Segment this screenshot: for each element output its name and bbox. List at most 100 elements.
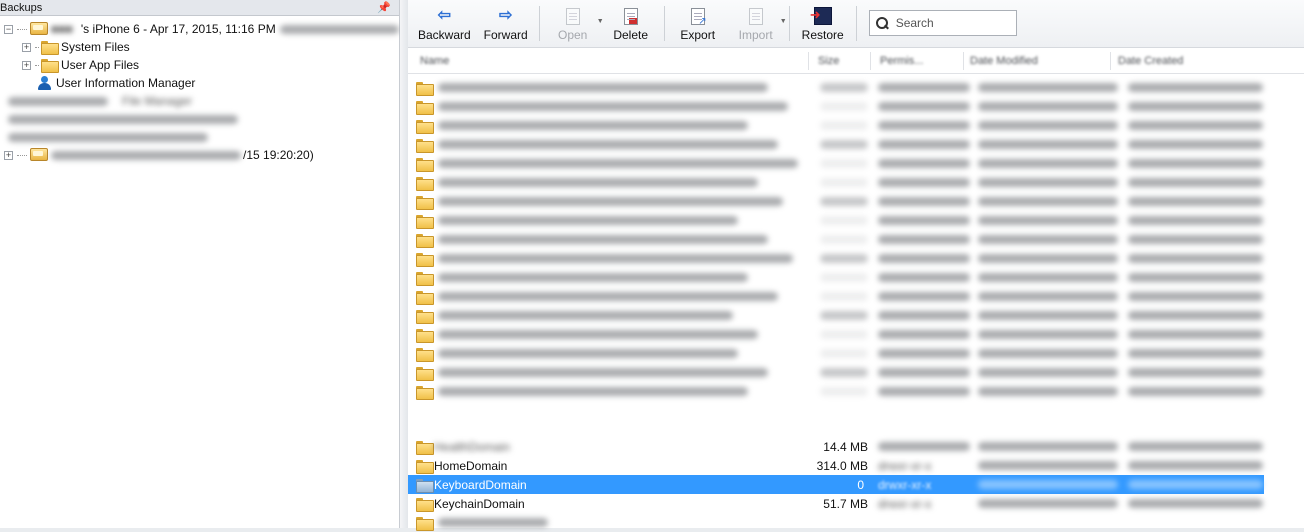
list-item[interactable] bbox=[408, 135, 1268, 154]
blurred-date-modified bbox=[978, 461, 1118, 470]
blurred-date-modified bbox=[978, 121, 1118, 130]
list-item[interactable] bbox=[408, 249, 1268, 268]
second-device-date: /15 19:20:20) bbox=[243, 148, 314, 162]
list-item[interactable] bbox=[408, 344, 1268, 363]
restore-button[interactable]: Restore bbox=[794, 4, 852, 47]
list-item[interactable]: KeychainDomain 51.7 MB drwxr-xr-x bbox=[408, 494, 1268, 513]
tree-item-user-app-files[interactable]: + User App Files bbox=[0, 56, 399, 74]
folder-icon bbox=[416, 272, 434, 286]
backups-panel-header: Backups 📌 bbox=[0, 0, 399, 16]
blurred-owner-name: ■■■ bbox=[51, 22, 73, 36]
expand-icon[interactable]: + bbox=[22, 60, 31, 70]
tree-item-blurred[interactable]: File Manager bbox=[0, 92, 399, 110]
column-divider[interactable] bbox=[1110, 52, 1111, 70]
expand-icon[interactable]: + bbox=[4, 150, 13, 160]
blurred-date-created bbox=[1128, 349, 1263, 358]
list-item[interactable] bbox=[408, 173, 1268, 192]
file-browser: ⇦ Backward ⇨ Forward Open ▼ Delete Expor… bbox=[408, 0, 1304, 531]
file-name: KeyboardDomain bbox=[434, 478, 527, 492]
open-button[interactable]: Open ▼ bbox=[544, 4, 604, 47]
blurred-date-modified bbox=[978, 499, 1118, 508]
import-button[interactable]: Import ▼ bbox=[727, 4, 787, 47]
list-item[interactable] bbox=[408, 192, 1268, 211]
list-item[interactable] bbox=[408, 306, 1268, 325]
list-item[interactable] bbox=[408, 211, 1268, 230]
list-item[interactable] bbox=[408, 116, 1268, 135]
blurred-date-created bbox=[1128, 216, 1263, 225]
list-item[interactable] bbox=[408, 382, 1268, 401]
backup-tree: − ■■■ 's iPhone 6 - Apr 17, 2015, 11:16 … bbox=[0, 16, 399, 164]
blurred-file-size bbox=[820, 197, 868, 206]
list-item[interactable] bbox=[408, 230, 1268, 249]
file-name: HealthDomain bbox=[434, 440, 511, 454]
folder-icon bbox=[416, 479, 434, 493]
list-item[interactable] bbox=[408, 325, 1268, 344]
toolbar-separator bbox=[663, 6, 665, 41]
list-header: Name Size Permis... Date Modified Date C… bbox=[408, 48, 1304, 74]
column-divider[interactable] bbox=[870, 52, 871, 70]
blurred-date-modified bbox=[978, 480, 1118, 489]
blurred-date-modified bbox=[978, 349, 1118, 358]
column-header-permissions[interactable]: Permis... bbox=[880, 55, 923, 67]
blurred-manager-label: File Manager bbox=[122, 94, 193, 108]
list-item[interactable] bbox=[408, 154, 1268, 173]
tree-item-blurred[interactable] bbox=[0, 128, 399, 146]
backward-button[interactable]: ⇦ Backward bbox=[412, 4, 477, 47]
tree-item-blurred[interactable] bbox=[0, 110, 399, 128]
list-item[interactable] bbox=[408, 97, 1268, 116]
blurred-date-modified bbox=[978, 83, 1118, 92]
column-header-name[interactable]: Name bbox=[420, 55, 449, 67]
list-item[interactable] bbox=[408, 513, 1268, 532]
search-input[interactable]: Search bbox=[868, 10, 1017, 36]
column-header-size[interactable]: Size bbox=[818, 55, 839, 67]
list-item[interactable] bbox=[408, 287, 1268, 306]
blurred-date-modified bbox=[978, 387, 1118, 396]
blurred-date-modified bbox=[978, 311, 1118, 320]
pane-splitter[interactable] bbox=[400, 0, 408, 528]
column-header-date-modified[interactable]: Date Modified bbox=[970, 55, 1038, 67]
blurred-file-size bbox=[820, 102, 868, 111]
list-item[interactable] bbox=[408, 268, 1268, 287]
blurred-file-size bbox=[820, 83, 868, 92]
list-item[interactable]: HealthDomain 14.4 MB bbox=[408, 437, 1268, 456]
collapse-icon[interactable]: − bbox=[4, 24, 13, 34]
blurred-file-size bbox=[820, 330, 868, 339]
blurred-date-modified bbox=[978, 292, 1118, 301]
restore-icon bbox=[810, 7, 832, 25]
blurred-permissions bbox=[878, 140, 970, 149]
blurred-permissions bbox=[878, 83, 970, 92]
export-label: Export bbox=[680, 28, 716, 42]
blurred-date-created bbox=[1128, 480, 1263, 489]
tree-item-device[interactable]: − ■■■ 's iPhone 6 - Apr 17, 2015, 11:16 … bbox=[0, 20, 399, 38]
blurred-date-created bbox=[1128, 254, 1263, 263]
chevron-down-icon[interactable]: ▼ bbox=[780, 18, 787, 25]
pin-icon[interactable]: 📌 bbox=[377, 1, 391, 14]
column-divider[interactable] bbox=[808, 52, 809, 70]
blurred-permissions bbox=[878, 235, 970, 244]
expand-icon[interactable]: + bbox=[22, 42, 31, 52]
open-label: Open bbox=[558, 28, 588, 42]
export-button[interactable]: Export bbox=[669, 4, 727, 47]
folder-icon bbox=[416, 101, 434, 115]
list-item-selected[interactable]: KeyboardDomain 0 drwxr-xr-x bbox=[408, 475, 1264, 494]
forward-button[interactable]: ⇨ Forward bbox=[477, 4, 535, 47]
column-header-date-created[interactable]: Date Created bbox=[1118, 55, 1183, 67]
list-item[interactable] bbox=[408, 78, 1268, 97]
list-item[interactable] bbox=[408, 363, 1268, 382]
folder-icon bbox=[416, 386, 434, 400]
list-item[interactable]: HomeDomain 314.0 MB drwxr-xr-x bbox=[408, 456, 1268, 475]
import-icon bbox=[748, 7, 763, 25]
blurred-date-created bbox=[1128, 387, 1263, 396]
blurred-permissions bbox=[878, 311, 970, 320]
tree-item-user-information-manager[interactable]: User Information Manager bbox=[0, 74, 399, 92]
column-divider[interactable] bbox=[963, 52, 964, 70]
blurred-file-name bbox=[438, 349, 738, 358]
blurred-date-created bbox=[1128, 311, 1263, 320]
blurred-date-modified bbox=[978, 140, 1118, 149]
tree-item-second-device[interactable]: + /15 19:20:20) bbox=[0, 146, 399, 164]
delete-button[interactable]: Delete bbox=[602, 4, 660, 47]
file-name: KeychainDomain bbox=[434, 497, 525, 511]
tree-connector bbox=[35, 46, 39, 48]
tree-item-system-files[interactable]: + System Files bbox=[0, 38, 399, 56]
blurred-file-size bbox=[820, 216, 868, 225]
